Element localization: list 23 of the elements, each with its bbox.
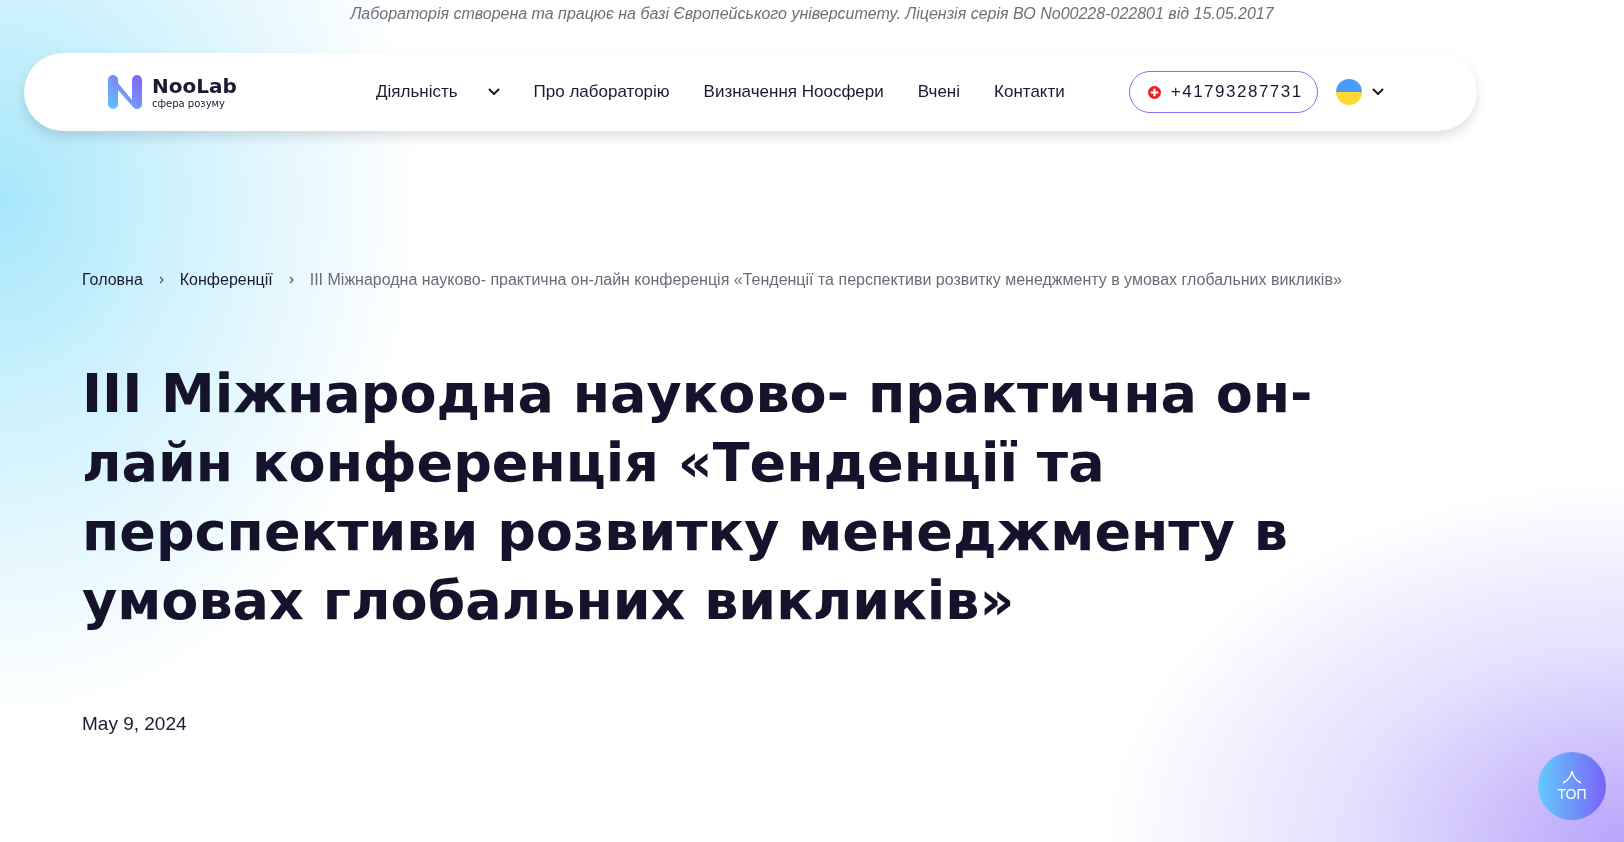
- phone-button[interactable]: +41793287731: [1128, 71, 1318, 113]
- breadcrumb-link[interactable]: Головна: [82, 271, 143, 289]
- nav-link[interactable]: Визначення Ноосфери: [703, 82, 884, 102]
- breadcrumb-current[interactable]: ІІІ Міжнародна науково- практична он-лайн конференція «Тенденції та перспективи розвитку менеджменту в умовах глобальних викликів»: [309, 271, 1342, 289]
- language-selector[interactable]: [1335, 79, 1384, 105]
- chevron-down-icon: [1371, 88, 1384, 96]
- chevron-right-icon: [288, 276, 294, 284]
- logo-tagline: сфера розуму: [152, 98, 227, 109]
- ukraine-flag-icon: [1335, 79, 1362, 105]
- swiss-flag-icon: [1147, 85, 1161, 99]
- chevron-down-icon: [487, 88, 500, 96]
- logo-icon: [106, 72, 144, 112]
- license-notice: Лабораторія створена та працює на базі Європейського університету. Ліцензія серія ВО No00228-022801 від 15.05.2017: [348, 4, 1275, 24]
- breadcrumb-link[interactable]: Конференції: [179, 271, 273, 289]
- chevron-right-icon: [158, 276, 164, 284]
- nav-dropdown[interactable]: Діяльність: [376, 82, 500, 102]
- logo-name: NooLab: [152, 75, 237, 96]
- page-title: ІІІ Міжнародна науково- практична он-лайн конференція «Тенденції та перспективи розвитку менеджменту в умовах глобальних викликів»: [82, 361, 1314, 634]
- up-caret-icon: [1562, 770, 1582, 784]
- nav-link[interactable]: Контакти: [994, 82, 1065, 102]
- nav-link[interactable]: Про лабораторію: [533, 82, 670, 102]
- post-date: May 9, 2024: [82, 713, 188, 735]
- nav-link[interactable]: Вчені: [917, 82, 961, 102]
